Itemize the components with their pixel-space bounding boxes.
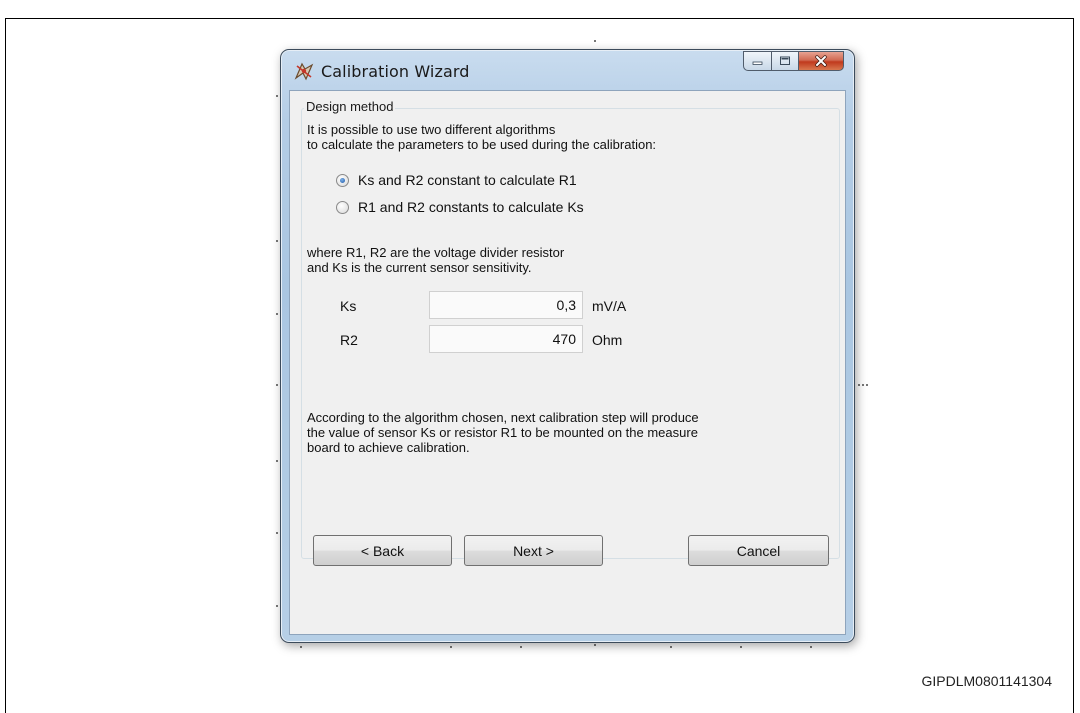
maximize-button[interactable] xyxy=(771,51,798,71)
footer-text-line2: the value of sensor Ks or resistor R1 to… xyxy=(307,425,698,440)
close-button[interactable] xyxy=(798,51,844,71)
next-button[interactable]: Next > xyxy=(464,535,603,566)
r2-input[interactable] xyxy=(429,325,583,353)
ks-label: Ks xyxy=(340,298,357,314)
radio-option-r1-r2[interactable]: R1 and R2 constants to calculate Ks xyxy=(336,199,584,215)
close-x-icon xyxy=(815,55,827,67)
figure-code-caption: GIPDLM0801141304 xyxy=(921,673,1053,689)
radio-label: Ks and R2 constant to calculate R1 xyxy=(358,172,577,188)
back-button[interactable]: < Back xyxy=(313,535,452,566)
note-text-line1: where R1, R2 are the voltage divider res… xyxy=(307,245,565,260)
footer-text-line1: According to the algorithm chosen, next … xyxy=(307,410,699,425)
intro-text-line2: to calculate the parameters to be used d… xyxy=(307,137,657,152)
r2-unit: Ohm xyxy=(592,332,623,348)
title-bar[interactable]: Calibration Wizard xyxy=(281,50,854,90)
ks-input[interactable] xyxy=(429,291,583,319)
note-text-line2: and Ks is the current sensor sensitivity… xyxy=(307,260,532,275)
maximize-icon xyxy=(780,56,790,65)
group-legend: Design method xyxy=(304,99,396,114)
minimize-icon xyxy=(752,61,762,65)
ks-unit: mV/A xyxy=(592,298,627,314)
wizard-app-icon xyxy=(294,62,314,81)
window-title: Calibration Wizard xyxy=(321,62,470,81)
radio-button-selected[interactable] xyxy=(336,173,349,187)
caption-buttons xyxy=(743,51,844,71)
footer-text-line3: board to achieve calibration. xyxy=(307,440,470,455)
r2-label: R2 xyxy=(340,332,358,348)
cancel-button[interactable]: Cancel xyxy=(688,535,829,566)
radio-option-ks-r2[interactable]: Ks and R2 constant to calculate R1 xyxy=(336,172,577,188)
radio-button[interactable] xyxy=(336,200,349,214)
radio-label: R1 and R2 constants to calculate Ks xyxy=(358,199,584,215)
minimize-button[interactable] xyxy=(743,51,771,71)
intro-text-line1: It is possible to use two different algo… xyxy=(307,122,556,137)
